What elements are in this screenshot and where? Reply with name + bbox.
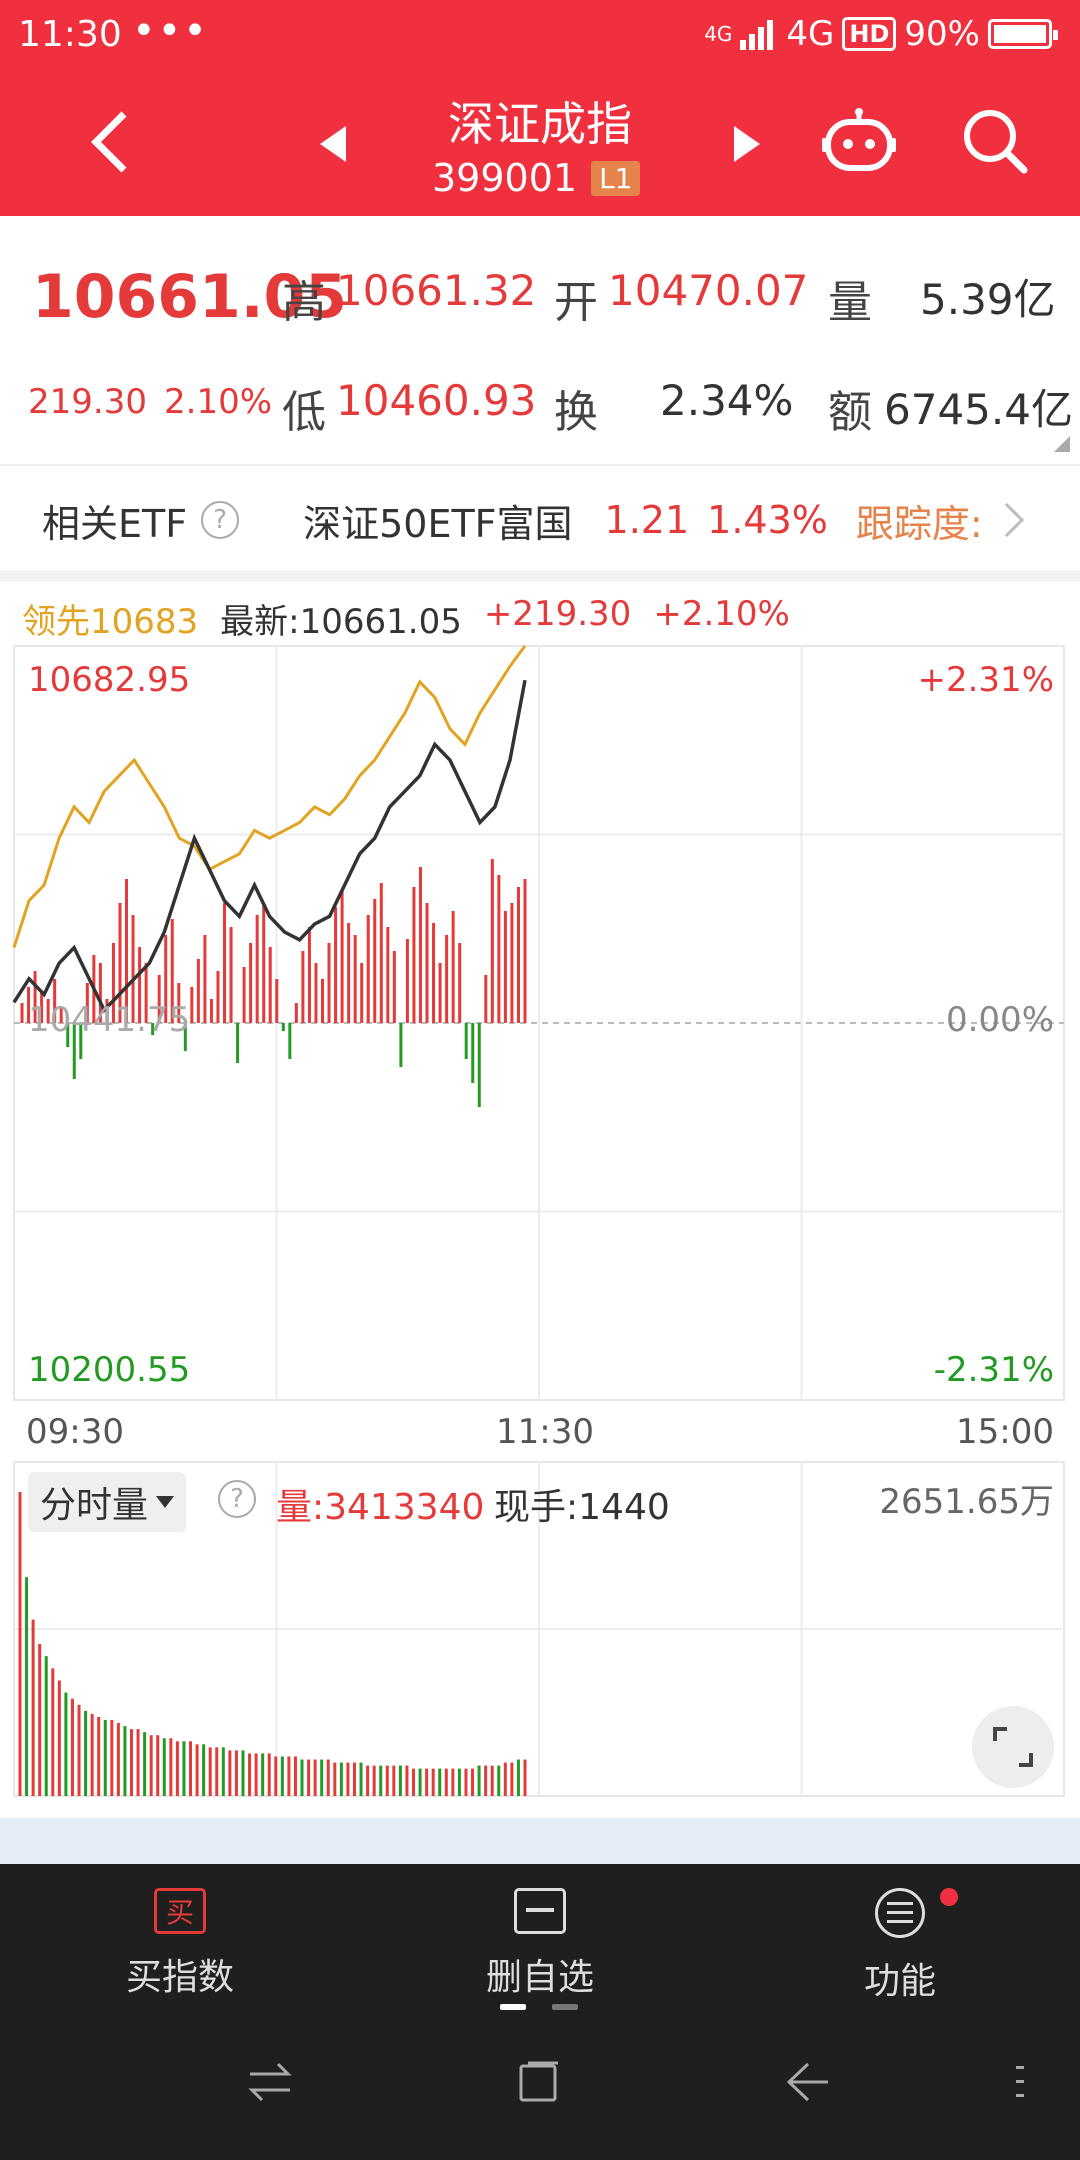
high-value: 10661.32 [336, 266, 537, 315]
pager-dot [552, 2004, 578, 2010]
stock-code-row: 399001 L1 [432, 156, 641, 200]
volume-max: 2651.65万 [879, 1482, 1054, 1522]
stock-code: 399001 [432, 156, 578, 200]
nav-buy-label: 买指数 [125, 1957, 234, 1998]
hd-icon: HD [842, 17, 897, 51]
legend-lead: 领先10683 [22, 602, 199, 642]
hidden-banner [0, 1818, 1080, 1864]
price-change: 219.30 [28, 382, 147, 422]
network-icon: 4G [704, 22, 733, 46]
turnover-label: 换 [554, 387, 598, 438]
volume-hand: 现手:1440 [494, 1487, 670, 1528]
amount-label: 额 [828, 387, 872, 438]
volume-total: 量:3413340 [276, 1487, 485, 1528]
fullscreen-button[interactable] [972, 1706, 1054, 1788]
turnover-value: 2.34% [660, 376, 794, 425]
fullscreen-icon [993, 1727, 1033, 1767]
open-value: 10470.07 [608, 266, 809, 315]
pager-dot-active [500, 2004, 526, 2010]
etf-pct: 1.43% [707, 498, 828, 542]
battery-icon [988, 19, 1058, 49]
notification-dot-icon [940, 1888, 958, 1906]
time-mid: 11:30 [496, 1412, 594, 1452]
status-time: 11:30 [18, 14, 122, 55]
etf-name: 深证50ETF富国 [303, 501, 573, 546]
amount-value: 6745.4亿 [884, 385, 1073, 434]
etf-tracking: 跟踪度: [855, 501, 983, 546]
bottom-nav: 买 买指数 删自选 功能 [0, 1864, 1080, 2160]
volume-value: 5.39亿 [920, 275, 1056, 324]
nav-buy-index[interactable]: 买 买指数 [70, 1888, 290, 2000]
menu-circle-icon [875, 1888, 925, 1938]
time-start: 09:30 [26, 1412, 124, 1452]
status-right: 4G 4G HD 90% [704, 14, 1058, 54]
minus-box-icon [514, 1888, 566, 1934]
high-label: 高 [282, 277, 326, 328]
nav-remove-label: 删自选 [485, 1957, 594, 1998]
legend-latest: 最新:10661.05 [220, 602, 462, 642]
y-axis-mid: 10441.75 [28, 1000, 191, 1040]
switch-app-icon[interactable] [248, 2062, 292, 2102]
expand-corner-icon[interactable] [1054, 436, 1070, 452]
time-end: 15:00 [956, 1412, 1054, 1452]
menu-dots-icon[interactable] [1012, 2064, 1026, 2100]
pct-axis-top: +2.31% [917, 660, 1055, 700]
etf-price: 1.21 [604, 498, 690, 542]
status-dots: ••• [132, 8, 209, 54]
legend-change: +219.30 [483, 594, 632, 634]
pct-axis-bottom: -2.31% [933, 1350, 1054, 1390]
quote-divider [0, 464, 1080, 466]
legend-pct: +2.10% [653, 594, 790, 634]
volume-selector[interactable]: 分时量 [28, 1472, 187, 1532]
related-etf-row[interactable]: 相关ETF ? 深证50ETF富国 1.21 1.43% 跟踪度: [0, 470, 1080, 570]
nav-functions[interactable]: 功能 [790, 1888, 1010, 2004]
search-icon[interactable] [962, 108, 1028, 174]
level-badge: L1 [591, 160, 641, 196]
low-value: 10460.93 [336, 376, 537, 425]
chevron-right-icon[interactable] [1003, 501, 1025, 539]
dropdown-arrow-icon [156, 1496, 175, 1508]
chart-legend: 领先10683 最新:10661.05 +219.30 +2.10% [22, 594, 790, 643]
etf-label: 相关ETF [42, 501, 188, 546]
etf-help-icon[interactable]: ? [201, 501, 240, 539]
y-axis-bottom: 10200.55 [28, 1350, 191, 1390]
robot-assistant-icon[interactable] [822, 108, 896, 174]
signal-icon [740, 20, 774, 50]
volume-help-icon[interactable]: ? [218, 1480, 256, 1518]
volume-label: 量 [828, 277, 872, 328]
open-label: 开 [554, 277, 598, 328]
y-axis-top: 10682.95 [28, 660, 191, 700]
pct-axis-mid: 0.00% [945, 1000, 1054, 1040]
home-square-icon[interactable] [518, 2060, 560, 2104]
signal-label: 4G [786, 14, 835, 54]
battery-text: 90% [904, 14, 980, 54]
next-stock-icon[interactable] [734, 126, 760, 162]
price-change-pct: 2.10% [164, 382, 273, 422]
volume-selector-label: 分时量 [40, 1485, 149, 1526]
section-gap [0, 570, 1080, 582]
header-bar: 11:30 ••• 4G 4G HD 90% 深证成指 399001 L1 [0, 0, 1080, 216]
page-title: 深证成指 [448, 97, 632, 151]
nav-remove-watchlist[interactable]: 删自选 [430, 1888, 650, 2000]
buy-icon: 买 [154, 1888, 206, 1934]
low-label: 低 [282, 387, 326, 438]
nav-functions-label: 功能 [863, 1961, 936, 2002]
back-arrow-icon[interactable] [786, 2062, 830, 2102]
